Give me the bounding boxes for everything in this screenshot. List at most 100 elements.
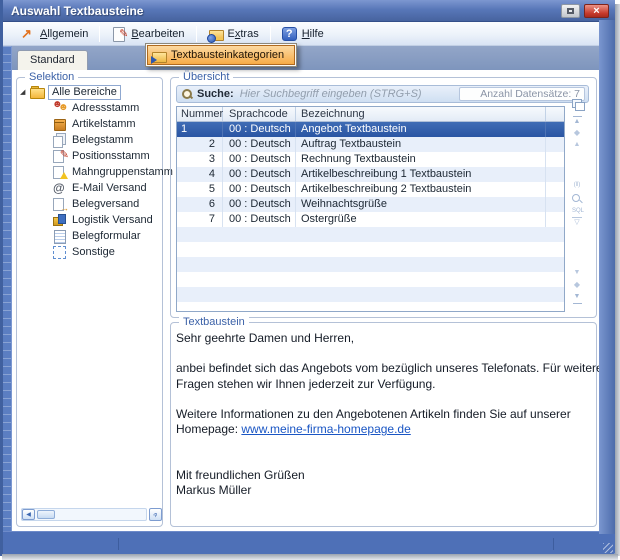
arrow-ne-icon [20, 27, 35, 41]
textbaustein-body[interactable]: Sehr geehrte Damen und Herren, anbei bef… [176, 331, 591, 521]
logistics-icon [52, 213, 67, 227]
search-label: Suche: [197, 88, 234, 100]
column-header-bezeichnung[interactable]: Bezeichnung [296, 107, 546, 121]
selektion-caption: Selektion [25, 71, 78, 83]
selektion-tree: ◢Alle BereicheAdressstammArtikelstammBel… [20, 84, 158, 260]
table-row[interactable]: 100 : DeutschAngebot Textbaustein [177, 122, 564, 137]
sql-edit-icon[interactable]: SQL [572, 206, 582, 218]
tree-item-artikelstamm[interactable]: Artikelstamm [20, 116, 158, 132]
scroll-first-icon[interactable]: ▲ [573, 116, 582, 128]
fit-width-icon[interactable]: (‖) [568, 180, 586, 192]
table-row[interactable]: 400 : DeutschArtikelbeschreibung 1 Textb… [177, 167, 564, 182]
text-line: Mit freundlichen Grüßen [176, 468, 591, 483]
text-line: Fragen stehen wir Ihnen jederzeit zur Ve… [176, 377, 591, 392]
table-row[interactable]: 300 : DeutschRechnung Textbaustein [177, 152, 564, 167]
scroll-left-icon[interactable]: ◀ [22, 509, 35, 520]
box-icon [52, 117, 67, 131]
text-line [176, 437, 591, 452]
tree-item-logistik-versand[interactable]: Logistik Versand [20, 212, 158, 228]
filter-icon[interactable]: ▽ [568, 218, 586, 230]
tab-band [12, 46, 599, 70]
tree-item-adressstamm[interactable]: Adressstamm [20, 100, 158, 116]
diagonal-arrow-icon: » [150, 509, 161, 520]
search-input[interactable] [238, 87, 459, 101]
form-icon [52, 229, 67, 243]
grid-rows: 100 : DeutschAngebot Textbaustein200 : D… [177, 122, 564, 227]
table-row[interactable]: 200 : DeutschAuftrag Textbaustein [177, 137, 564, 152]
textbaustein-caption: Textbaustein [179, 316, 249, 328]
tree-item-e-mail-versand[interactable]: E-Mail Versand [20, 180, 158, 196]
tree-item-alle-bereiche[interactable]: ◢Alle Bereiche [20, 84, 158, 100]
cell-nummer: 6 [177, 197, 223, 212]
titlebar[interactable]: Auswahl Textbausteine × [0, 0, 615, 22]
tree-item-positionsstamm[interactable]: Positionsstamm [20, 148, 158, 164]
tree-horizontal-scrollbar[interactable]: ◀ [21, 508, 147, 521]
resize-grip[interactable] [603, 543, 613, 553]
table-row[interactable]: 600 : DeutschWeihnachtsgrüße [177, 197, 564, 212]
grid-empty-area [177, 227, 564, 312]
tree-item-sonstige[interactable]: Sonstige [20, 244, 158, 260]
tab-standard[interactable]: Standard [17, 50, 88, 70]
tree-item-mahngruppenstamm[interactable]: Mahngruppenstamm [20, 164, 158, 180]
search-bar[interactable]: Suche: Anzahl Datensätze: 7 [176, 85, 589, 103]
expander-icon[interactable]: ◢ [20, 88, 30, 96]
record-count: Anzahl Datensätze: 7 [459, 87, 585, 101]
cell-empty [546, 182, 564, 197]
text-line: Homepage: www.meine-firma-homepage.de [176, 422, 591, 437]
status-separator [118, 538, 119, 550]
homepage-link[interactable]: www.meine-firma-homepage.de [241, 422, 410, 436]
scrollbar-thumb[interactable] [37, 510, 55, 519]
restore-button[interactable] [561, 4, 580, 18]
grid-header[interactable]: NummerSprachcodeBezeichnung [177, 107, 564, 122]
page-up-icon[interactable]: ◆ [568, 128, 586, 140]
scroll-corner-button[interactable]: » [149, 508, 162, 521]
text-line: Weitere Informationen zu den Angebotenen… [176, 407, 591, 422]
cell-empty [546, 197, 564, 212]
cell-sprachcode: 00 : Deutsch [223, 152, 296, 167]
at-icon [52, 181, 67, 195]
cell-bezeichnung: Ostergrüße [296, 212, 546, 227]
text-line [176, 392, 591, 407]
menu-item-label: Bearbeiten [131, 28, 184, 40]
cell-bezeichnung: Artikelbeschreibung 2 Textbaustein [296, 182, 546, 197]
table-row[interactable]: 700 : DeutschOstergrüße [177, 212, 564, 227]
row-up-icon[interactable]: ▲ [568, 140, 586, 152]
folder-cat-icon [151, 49, 166, 63]
cell-sprachcode: 00 : Deutsch [223, 137, 296, 152]
cell-sprachcode: 00 : Deutsch [223, 167, 296, 182]
table-row[interactable]: 500 : DeutschArtikelbeschreibung 2 Textb… [177, 182, 564, 197]
text-line [176, 453, 591, 468]
cell-empty [546, 212, 564, 227]
cell-nummer: 1 [177, 122, 223, 137]
cell-empty [546, 152, 564, 167]
docked-panel-strip[interactable] [3, 46, 12, 531]
tree-item-belegformular[interactable]: Belegformular [20, 228, 158, 244]
tree-item-label: Belegformular [72, 230, 140, 242]
menu-item-allgemein[interactable]: Allgemein [13, 24, 95, 44]
text-line: anbei befindet sich das Angebots vom bez… [176, 361, 591, 376]
extras-menu: Textbausteinkategorien [145, 43, 297, 67]
doc-send-icon [52, 197, 67, 211]
row-down-icon[interactable]: ▼ [568, 268, 586, 280]
cell-nummer: 7 [177, 212, 223, 227]
menu-item-textbausteinkategorien[interactable]: Textbausteinkategorien [147, 45, 295, 65]
menu-separator [196, 26, 197, 42]
menu-item-label: Allgemein [40, 28, 88, 40]
menu-item-label: Extras [228, 28, 259, 40]
scroll-last-icon[interactable]: ▼ [573, 292, 582, 304]
column-header-sprachcode[interactable]: Sprachcode [223, 107, 296, 121]
tree-item-belegversand[interactable]: Belegversand [20, 196, 158, 212]
magnify-icon[interactable] [571, 193, 583, 205]
menu-item-extras[interactable]: Extras [201, 24, 266, 44]
page-down-icon[interactable]: ◆ [568, 280, 586, 292]
menu-item-bearbeiten[interactable]: Bearbeiten [104, 24, 191, 44]
close-button[interactable]: × [584, 4, 609, 18]
window-shadow [615, 4, 620, 556]
menu-item-hilfe[interactable]: Hilfe [275, 24, 331, 44]
window-shadow [2, 554, 618, 560]
folder-open-icon [30, 85, 45, 99]
tree-item-belegstamm[interactable]: Belegstamm [20, 132, 158, 148]
cell-nummer: 3 [177, 152, 223, 167]
copy-icon[interactable] [570, 99, 584, 112]
column-header-nummer[interactable]: Nummer [177, 107, 223, 121]
